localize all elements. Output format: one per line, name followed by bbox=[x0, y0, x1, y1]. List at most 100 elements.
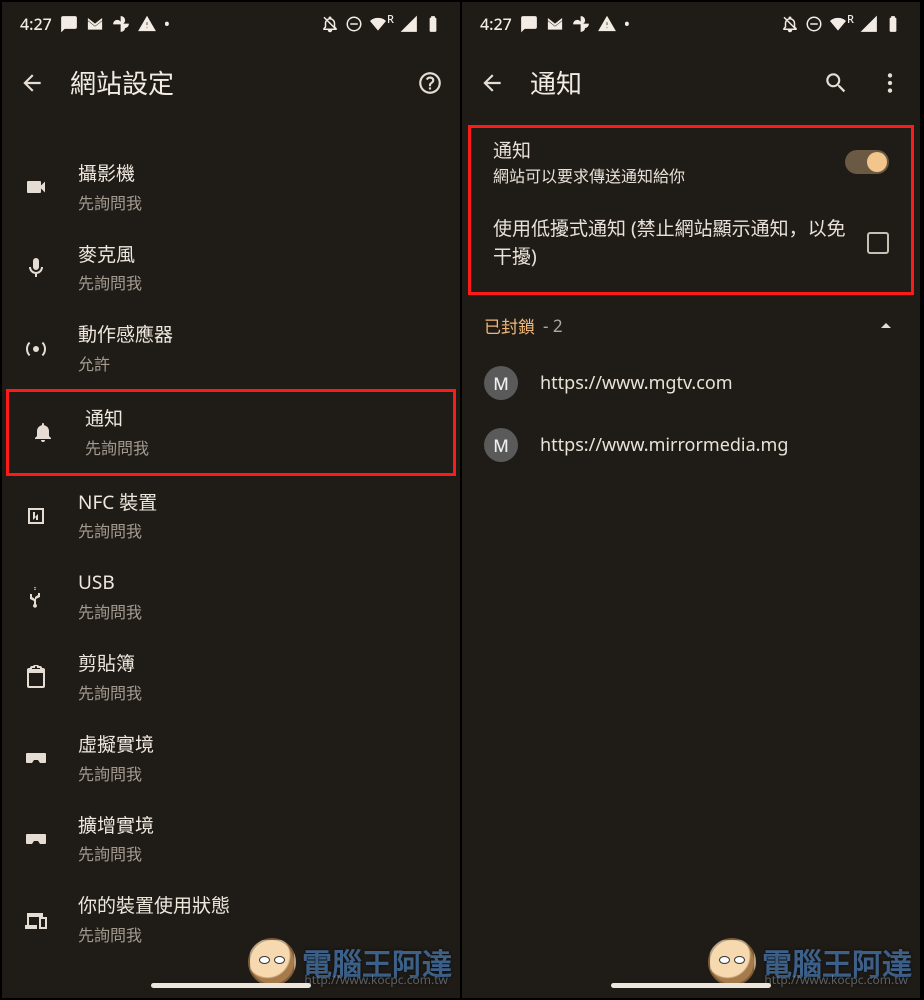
wifi-icon bbox=[829, 15, 847, 33]
battery-icon bbox=[884, 15, 902, 33]
clock: 4:27 bbox=[480, 13, 512, 35]
watermark-url: http://www.kocpc.com.tw bbox=[304, 971, 448, 988]
watermark-face-icon bbox=[708, 938, 756, 986]
row-usb[interactable]: USB 先詢問我 bbox=[2, 556, 460, 637]
row-sub: 先詢問我 bbox=[78, 599, 440, 623]
help-button[interactable] bbox=[414, 67, 446, 99]
bell-icon bbox=[29, 418, 57, 446]
watermark-text: 電腦王阿達 bbox=[762, 940, 912, 984]
highlight-box: 通知 網站可以要求傳送通知給你 使用低擾式通知 (禁止網站顯示通知，以免干擾) bbox=[468, 125, 914, 295]
row-nfc[interactable]: NFC 裝置先詢問我 bbox=[2, 476, 460, 557]
row-quiet-notifications[interactable]: 使用低擾式通知 (禁止網站顯示通知，以免干擾) bbox=[471, 197, 911, 280]
chat-icon bbox=[520, 15, 538, 33]
toggle-label: 通知 bbox=[493, 136, 829, 163]
row-sub: 先詢問我 bbox=[78, 190, 440, 214]
site-url: https://www.mirrormedia.mg bbox=[540, 433, 788, 457]
switch-on[interactable] bbox=[845, 150, 889, 174]
site-url: https://www.mgtv.com bbox=[540, 371, 733, 395]
wifi-icon bbox=[369, 15, 387, 33]
chat-icon bbox=[60, 15, 78, 33]
dnd-icon bbox=[781, 15, 799, 33]
gmail-icon bbox=[86, 15, 104, 33]
row-notifications[interactable]: 通知先詢問我 bbox=[6, 389, 456, 476]
blocked-site-row[interactable]: M https://www.mirrormedia.mg bbox=[462, 414, 920, 476]
watermark: 電腦王阿達 http://www.kocpc.com.tw bbox=[708, 938, 912, 986]
overflow-button[interactable] bbox=[874, 67, 906, 99]
row-label: 虛擬實境 bbox=[78, 732, 440, 757]
motion-icon bbox=[22, 335, 50, 363]
warning-icon bbox=[598, 15, 616, 33]
gmail-icon bbox=[546, 15, 564, 33]
photos-icon bbox=[572, 15, 590, 33]
signal-icon bbox=[400, 15, 418, 33]
quiet-label: 使用低擾式通知 (禁止網站顯示通知，以免干擾) bbox=[493, 215, 851, 270]
blocked-section-header[interactable]: 已封鎖 - 2 bbox=[462, 299, 920, 352]
battery-icon bbox=[424, 15, 442, 33]
blocked-site-row[interactable]: M https://www.mgtv.com bbox=[462, 352, 920, 414]
row-sub: 先詢問我 bbox=[78, 270, 440, 294]
gesture-bar bbox=[151, 983, 311, 988]
row-microphone[interactable]: 麥克風先詢問我 bbox=[2, 228, 460, 309]
screenshot-left: 4:27 • R 網站設定 攝影機先詢問我 bbox=[2, 2, 462, 998]
site-favicon: M bbox=[484, 366, 518, 400]
row-sub: 允許 bbox=[78, 351, 440, 375]
blocked-count: - 2 bbox=[543, 314, 563, 337]
row-camera[interactable]: 攝影機先詢問我 bbox=[2, 147, 460, 228]
row-sub: 先詢問我 bbox=[78, 841, 440, 865]
usb-icon bbox=[22, 583, 50, 611]
row-label: USB bbox=[78, 570, 440, 595]
row-label: 麥克風 bbox=[78, 242, 440, 267]
row-ar[interactable]: 擴增實境先詢問我 bbox=[2, 799, 460, 880]
blocked-label: 已封鎖 bbox=[484, 313, 535, 338]
screenshot-right: 4:27 • R 通知 通知 bbox=[462, 2, 922, 998]
row-motion[interactable]: 動作感應器允許 bbox=[2, 308, 460, 389]
chevron-up-icon bbox=[874, 314, 898, 338]
photos-icon bbox=[112, 15, 130, 33]
row-sub: 先詢問我 bbox=[78, 680, 440, 704]
signal-icon bbox=[860, 15, 878, 33]
site-favicon: M bbox=[484, 428, 518, 462]
row-vr[interactable]: 虛擬實境先詢問我 bbox=[2, 718, 460, 799]
checkbox-unchecked[interactable] bbox=[867, 232, 889, 254]
row-clipboard[interactable]: 剪貼簿先詢問我 bbox=[2, 637, 460, 718]
camera-icon bbox=[22, 173, 50, 201]
row-label: 你的裝置使用狀態 bbox=[78, 893, 440, 918]
gesture-bar bbox=[611, 983, 771, 988]
dnd-icon bbox=[321, 15, 339, 33]
app-bar: 網站設定 bbox=[2, 46, 460, 121]
page-title: 網站設定 bbox=[70, 64, 392, 101]
row-label: 攝影機 bbox=[78, 161, 440, 186]
dnd-circle-icon bbox=[345, 15, 363, 33]
clock: 4:27 bbox=[20, 13, 52, 35]
row-sub: 先詢問我 bbox=[78, 922, 440, 946]
status-bar: 4:27 • R bbox=[2, 2, 460, 46]
back-button[interactable] bbox=[16, 67, 48, 99]
toggle-sub: 網站可以要求傳送通知給你 bbox=[493, 163, 829, 187]
vr-icon bbox=[22, 744, 50, 772]
app-bar: 通知 bbox=[462, 46, 920, 121]
mic-icon bbox=[22, 254, 50, 282]
dnd-circle-icon bbox=[805, 15, 823, 33]
row-notifications-toggle[interactable]: 通知 網站可以要求傳送通知給你 bbox=[471, 128, 911, 197]
row-device-usage[interactable]: 你的裝置使用狀態先詢問我 bbox=[2, 879, 460, 960]
dot-icon: • bbox=[164, 13, 170, 35]
devices-icon bbox=[22, 906, 50, 934]
row-label: 動作感應器 bbox=[78, 322, 440, 347]
wifi-badge: R bbox=[847, 12, 854, 27]
dot-icon: • bbox=[624, 13, 630, 35]
warning-icon bbox=[138, 15, 156, 33]
ar-icon bbox=[22, 825, 50, 853]
clipboard-icon bbox=[22, 663, 50, 691]
watermark-url: http://www.kocpc.com.tw bbox=[764, 971, 908, 988]
settings-list: 攝影機先詢問我 麥克風先詢問我 動作感應器允許 通知先詢問我 NFC 裝置先詢問… bbox=[2, 121, 460, 960]
row-sub: 先詢問我 bbox=[85, 435, 433, 459]
back-button[interactable] bbox=[476, 67, 508, 99]
search-button[interactable] bbox=[820, 67, 852, 99]
status-bar: 4:27 • R bbox=[462, 2, 920, 46]
row-label: 擴增實境 bbox=[78, 813, 440, 838]
page-title: 通知 bbox=[530, 64, 798, 101]
row-label: 通知 bbox=[85, 406, 433, 431]
nfc-icon bbox=[22, 502, 50, 530]
row-label: 剪貼簿 bbox=[78, 651, 440, 676]
wifi-badge: R bbox=[387, 12, 394, 27]
